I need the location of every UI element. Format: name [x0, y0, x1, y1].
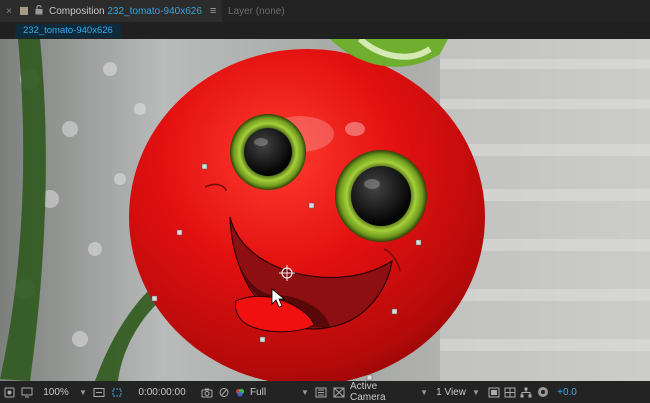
color-channel-icon[interactable]: [232, 381, 248, 403]
views-value: 1 View: [436, 386, 466, 398]
chevron-down-icon[interactable]: ▼: [76, 381, 90, 403]
zoom-dropdown[interactable]: 100%: [36, 381, 76, 403]
always-preview-icon[interactable]: [0, 381, 18, 403]
exposure-value[interactable]: +0.0: [552, 381, 582, 403]
reset-exposure-icon[interactable]: [534, 381, 552, 403]
timecode-value: 0:00:00:00: [138, 386, 186, 398]
eye-right-glint: [364, 179, 380, 189]
tomato-body: [129, 49, 485, 381]
composition-viewer[interactable]: [0, 39, 650, 381]
tab-title: Composition 232_tomato-940x626: [49, 6, 202, 17]
tomato-highlight-small: [345, 122, 365, 136]
eye-right-pupil: [351, 166, 411, 226]
color-swatch-icon: [20, 7, 28, 15]
tab-prefix: Composition: [49, 5, 105, 17]
flowchart-icon[interactable]: [518, 381, 534, 403]
grid-icon[interactable]: [502, 381, 518, 403]
camera-value: Active Camera: [350, 381, 386, 403]
resolution-value: Full: [250, 386, 267, 398]
eye-left-pupil: [244, 128, 292, 176]
panel-tab-bar: × Composition 232_tomato-940x626 ≡ Layer…: [0, 0, 650, 22]
viewer-toolbar: 100% ▼ 0:00:00:00 Full ▼ Active Camera ▼…: [0, 381, 650, 403]
show-snapshot-icon[interactable]: [216, 381, 232, 403]
eye-left-glint: [254, 138, 268, 146]
fast-preview-icon[interactable]: [312, 381, 330, 403]
tab-layer-label: Layer (none): [228, 5, 285, 17]
camera-dropdown[interactable]: Active Camera ▼: [348, 381, 428, 403]
tab-layer[interactable]: Layer (none): [228, 0, 285, 22]
timecode-field[interactable]: 0:00:00:00: [126, 381, 198, 403]
breadcrumb[interactable]: 232_tomato-940x626: [15, 24, 121, 38]
tab-comp-name: 232_tomato-940x626: [107, 5, 202, 17]
close-icon[interactable]: ×: [2, 6, 16, 17]
region-icon[interactable]: [108, 381, 126, 403]
chevron-down-icon[interactable]: ▼: [298, 381, 312, 403]
fit-icon[interactable]: [90, 381, 108, 403]
monitor-icon[interactable]: [18, 381, 36, 403]
zoom-value: 100%: [43, 386, 69, 398]
toggle-transparency-icon[interactable]: [330, 381, 348, 403]
tomato-artwork: [0, 39, 650, 381]
lock-icon[interactable]: [33, 4, 45, 18]
chevron-down-icon: ▼: [420, 387, 428, 397]
panel-menu-icon[interactable]: ≡: [210, 5, 216, 17]
resolution-dropdown[interactable]: Full: [248, 381, 298, 403]
chevron-down-icon: ▼: [471, 387, 480, 397]
views-dropdown[interactable]: 1 View ▼: [428, 381, 486, 403]
camera-snapshot-icon[interactable]: [198, 381, 216, 403]
tab-composition[interactable]: × Composition 232_tomato-940x626 ≡: [0, 0, 222, 22]
3d-view-icon[interactable]: [486, 381, 502, 403]
